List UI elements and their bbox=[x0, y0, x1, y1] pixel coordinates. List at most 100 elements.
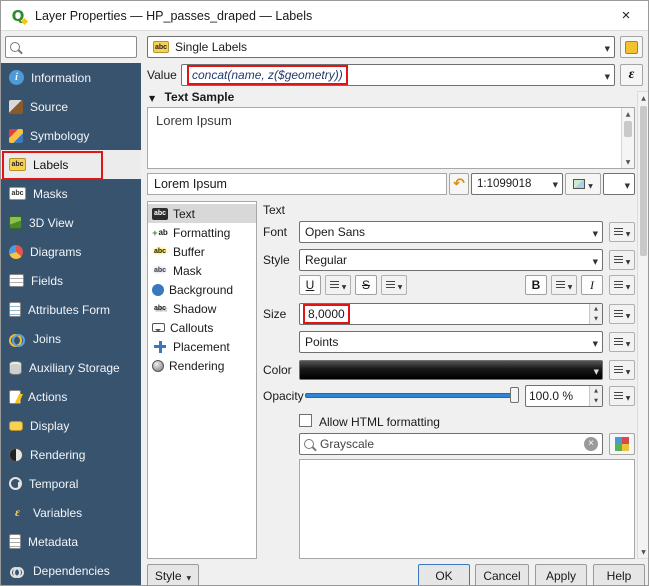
expression-builder-button[interactable]: ε bbox=[620, 64, 643, 86]
sidebar-item-source[interactable]: Source bbox=[1, 92, 141, 121]
sidebar-item-symbology[interactable]: Symbology bbox=[1, 121, 141, 150]
format-tab-buffer[interactable]: Buffer bbox=[148, 242, 256, 261]
label-mode-combo[interactable]: Single Labels bbox=[147, 36, 615, 58]
dependencies-icon bbox=[9, 564, 26, 578]
format-tab-callouts[interactable]: Callouts bbox=[148, 318, 256, 337]
style-combo[interactable]: Regular bbox=[299, 249, 603, 271]
sidebar-item-temporal[interactable]: Temporal bbox=[1, 469, 141, 498]
format-tab-placement[interactable]: Placement bbox=[148, 337, 256, 356]
color-data-defined-button[interactable] bbox=[609, 360, 635, 380]
spin-up-icon[interactable] bbox=[590, 386, 602, 396]
sidebar-item-auxiliary-storage[interactable]: Auxiliary Storage bbox=[1, 353, 141, 382]
format-tab-shadow[interactable]: Shadow bbox=[148, 299, 256, 318]
scroll-thumb[interactable] bbox=[624, 121, 632, 137]
opacity-data-defined-button[interactable] bbox=[609, 386, 635, 406]
sidebar-item-rendering[interactable]: Rendering bbox=[1, 440, 141, 469]
sidebar-item-dependencies[interactable]: Dependencies bbox=[1, 556, 141, 585]
format-filter-search[interactable]: Grayscale × bbox=[299, 433, 603, 455]
chevron-down-icon bbox=[626, 278, 631, 292]
scroll-up-icon[interactable] bbox=[622, 108, 634, 120]
format-presets-list[interactable] bbox=[299, 459, 635, 559]
spin-down-icon[interactable] bbox=[590, 396, 602, 406]
unit-data-defined-button[interactable] bbox=[609, 332, 635, 352]
apply-button[interactable]: Apply bbox=[535, 564, 587, 585]
preview-background-combo[interactable] bbox=[603, 173, 635, 195]
data-defined-icon bbox=[613, 365, 623, 375]
scroll-up-icon[interactable] bbox=[638, 92, 648, 104]
sidebar-item-actions[interactable]: Actions bbox=[1, 382, 141, 411]
format-tab-rendering[interactable]: Rendering bbox=[148, 356, 256, 375]
sidebar-item-display[interactable]: Display bbox=[1, 411, 141, 440]
sidebar-item-metadata[interactable]: Metadata bbox=[1, 527, 141, 556]
format-tab-background[interactable]: Background bbox=[148, 280, 256, 299]
bold-button[interactable]: B bbox=[525, 275, 547, 295]
reset-preview-button[interactable]: ↶ bbox=[449, 173, 469, 195]
sidebar-item-attributes-form[interactable]: Attributes Form bbox=[1, 295, 141, 324]
sidebar-search-input[interactable] bbox=[25, 40, 132, 54]
underline-data-defined-button[interactable] bbox=[325, 275, 351, 295]
sidebar-item-variables[interactable]: Variables bbox=[1, 498, 141, 527]
sidebar-item-diagrams[interactable]: Diagrams bbox=[1, 237, 141, 266]
format-tab-text[interactable]: Text bbox=[148, 204, 256, 223]
chevron-down-icon bbox=[626, 389, 631, 403]
style-data-defined-button[interactable] bbox=[609, 250, 635, 270]
scroll-down-icon[interactable] bbox=[622, 156, 634, 168]
clear-search-icon[interactable]: × bbox=[584, 437, 598, 451]
opacity-spinbox[interactable]: 100.0 % bbox=[525, 385, 603, 407]
allow-html-checkbox[interactable] bbox=[299, 414, 312, 427]
underline-button[interactable]: U bbox=[299, 275, 321, 295]
italic-button[interactable]: I bbox=[581, 275, 603, 295]
sidebar-item-label: Masks bbox=[33, 186, 68, 201]
sidebar-item-label: Symbology bbox=[30, 128, 90, 143]
cancel-button[interactable]: Cancel bbox=[475, 564, 529, 585]
format-tab-formatting[interactable]: Formatting bbox=[148, 223, 256, 242]
text-sample-header[interactable]: Text Sample bbox=[149, 90, 235, 104]
style-manager-button[interactable] bbox=[609, 433, 635, 455]
main-scrollbar[interactable] bbox=[637, 91, 648, 559]
sidebar-item-labels[interactable]: Labels bbox=[1, 150, 141, 180]
preview-scale-combo[interactable]: 1:1099018 bbox=[471, 173, 563, 195]
ok-button[interactable]: OK bbox=[418, 564, 470, 585]
bold-data-defined-button[interactable] bbox=[551, 275, 577, 295]
data-defined-icon bbox=[329, 280, 339, 290]
data-defined-icon bbox=[613, 309, 623, 319]
sidebar-item-information[interactable]: Information bbox=[1, 63, 141, 92]
close-icon[interactable]: × bbox=[604, 1, 648, 30]
sidebar-item-3d-view[interactable]: 3D View bbox=[1, 208, 141, 237]
map-scale-button[interactable] bbox=[565, 173, 601, 195]
style-menu-button[interactable]: Style bbox=[147, 564, 199, 585]
size-data-defined-button[interactable] bbox=[609, 304, 635, 324]
masks-icon bbox=[9, 187, 26, 200]
sidebar-item-fields[interactable]: Fields bbox=[1, 266, 141, 295]
shadow-icon bbox=[152, 302, 168, 316]
strikethrough-button[interactable]: S bbox=[355, 275, 377, 295]
spin-up-icon[interactable] bbox=[590, 304, 602, 314]
background-icon bbox=[152, 283, 164, 296]
spin-arrows[interactable] bbox=[589, 304, 602, 324]
scroll-down-icon[interactable] bbox=[638, 546, 648, 558]
sidebar-item-label: Fields bbox=[31, 273, 64, 288]
spin-down-icon[interactable] bbox=[590, 314, 602, 324]
size-unit-combo[interactable]: Points bbox=[299, 331, 603, 353]
font-combo[interactable]: Open Sans bbox=[299, 221, 603, 243]
color-button[interactable] bbox=[299, 360, 603, 380]
format-tab-label: Placement bbox=[173, 339, 230, 354]
opacity-slider[interactable] bbox=[305, 385, 519, 405]
sidebar-item-label: Auxiliary Storage bbox=[29, 360, 120, 375]
sidebar-item-masks[interactable]: Masks bbox=[1, 179, 141, 208]
help-button[interactable]: Help bbox=[593, 564, 645, 585]
format-tab-mask[interactable]: Mask bbox=[148, 261, 256, 280]
spin-arrows[interactable] bbox=[589, 386, 602, 406]
italic-data-defined-button[interactable] bbox=[609, 275, 635, 295]
titlebar: Q Layer Properties — HP_passes_draped — … bbox=[1, 1, 648, 31]
sidebar-item-joins[interactable]: Joins bbox=[1, 324, 141, 353]
slider-handle[interactable] bbox=[510, 387, 519, 403]
size-spinbox[interactable]: 8,0000 bbox=[299, 303, 603, 325]
sample-scrollbar[interactable] bbox=[621, 108, 634, 168]
label-expression-combo[interactable]: concat(name, z($geometry)) bbox=[181, 64, 615, 86]
strikethrough-data-defined-button[interactable] bbox=[381, 275, 407, 295]
scroll-thumb[interactable] bbox=[640, 106, 647, 256]
automated-placement-button[interactable] bbox=[620, 36, 643, 58]
font-data-defined-button[interactable] bbox=[609, 222, 635, 242]
sidebar-search[interactable] bbox=[5, 36, 137, 58]
